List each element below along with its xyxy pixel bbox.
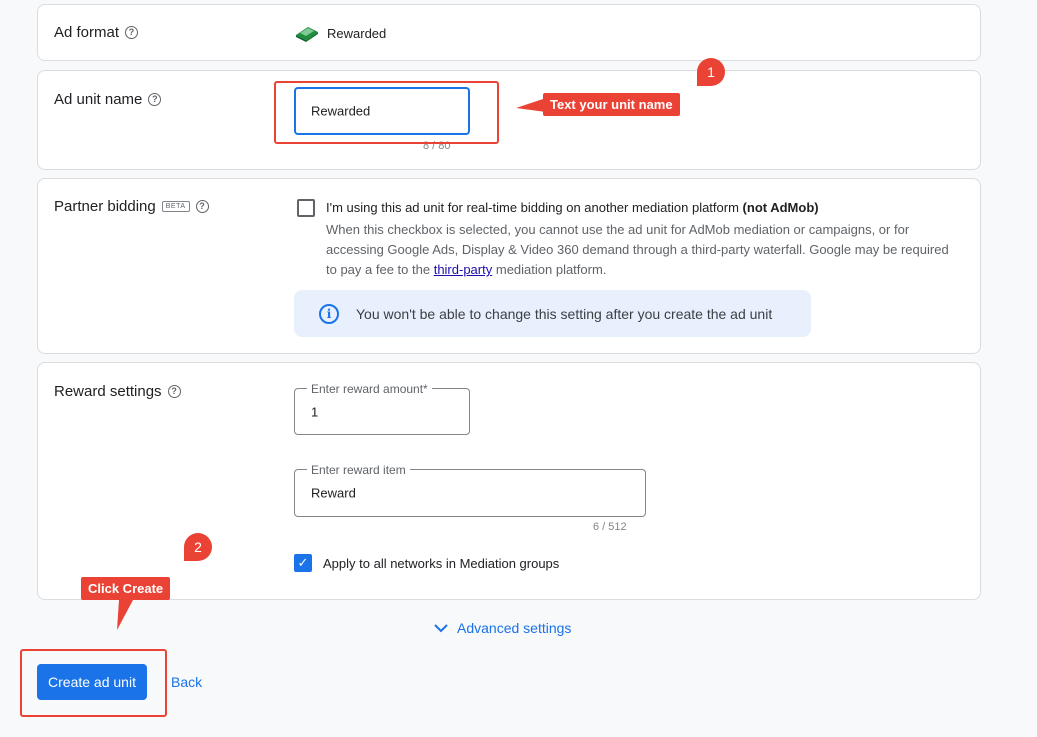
description-text-1: When this checkbox is selected, you cann… xyxy=(326,222,949,277)
annotation-pointer-2 xyxy=(117,600,133,630)
info-text: You won't be able to change this setting… xyxy=(356,305,773,322)
apply-all-networks-label[interactable]: Apply to all networks in Mediation group… xyxy=(323,556,559,571)
reward-item-counter: 6 / 512 xyxy=(593,521,627,533)
ad-format-label-group: Ad format ? xyxy=(54,24,139,41)
info-icon: i xyxy=(319,303,339,324)
rewarded-format-icon xyxy=(296,27,318,42)
help-icon[interactable]: ? xyxy=(167,385,181,398)
reward-item-input[interactable]: Enter reward item Reward xyxy=(294,463,646,517)
checkbox-label-text: I'm using this ad unit for real-time bid… xyxy=(326,200,739,215)
help-icon[interactable]: ? xyxy=(125,26,139,39)
partner-bidding-checkbox-label[interactable]: I'm using this ad unit for real-time bid… xyxy=(326,200,819,215)
ad-unit-name-label: Ad unit name xyxy=(54,91,143,108)
annotation-badge-2: 2 xyxy=(184,533,212,561)
ad-unit-name-card: Ad unit name ? Rewarded 8 / 80 xyxy=(37,70,981,170)
reward-item-value: Reward xyxy=(311,485,356,501)
annotation-highlight-create-button xyxy=(20,649,167,717)
ad-format-value-group: Rewarded xyxy=(294,23,386,43)
reward-settings-label-group: Reward settings ? xyxy=(54,383,181,400)
advanced-settings-toggle[interactable]: Advanced settings xyxy=(433,620,571,636)
partner-bidding-checkbox[interactable] xyxy=(297,199,315,217)
partner-bidding-description: When this checkbox is selected, you cann… xyxy=(326,220,956,280)
annotation-badge-1: 1 xyxy=(697,58,725,86)
chevron-down-icon xyxy=(434,624,448,633)
advanced-settings-label: Advanced settings xyxy=(457,620,572,636)
reward-amount-floating-label: Enter reward amount* xyxy=(307,382,432,396)
ad-format-card: Ad format ? Rewarded xyxy=(37,4,981,61)
ad-unit-name-label-group: Ad unit name ? xyxy=(54,91,162,108)
reward-amount-value: 1 xyxy=(311,404,319,419)
partner-bidding-label-group: Partner bidding BETA ? xyxy=(54,198,209,215)
beta-badge: BETA xyxy=(161,201,190,212)
ad-format-label: Ad format xyxy=(54,24,120,41)
reward-amount-input[interactable]: Enter reward amount* 1 xyxy=(294,382,470,435)
description-text-2: mediation platform. xyxy=(495,262,607,277)
reward-settings-label: Reward settings xyxy=(54,383,162,400)
reward-item-floating-label: Enter reward item xyxy=(307,463,410,477)
annotation-tag-1: Text your unit name xyxy=(543,93,680,116)
ad-format-value: Rewarded xyxy=(327,25,387,41)
reward-settings-card: Reward settings ? Enter reward amount* 1… xyxy=(37,362,981,600)
third-party-link[interactable]: third-party xyxy=(434,262,493,277)
annotation-tag-2: Click Create xyxy=(81,577,171,600)
apply-all-networks-checkbox[interactable]: ✓ xyxy=(294,554,312,572)
checkbox-label-bold: (not AdMob) xyxy=(742,200,819,215)
partner-bidding-label: Partner bidding xyxy=(54,198,156,215)
back-link[interactable]: Back xyxy=(171,674,202,690)
info-banner: i You won't be able to change this setti… xyxy=(294,290,811,337)
annotation-pointer-1 xyxy=(516,98,546,112)
help-icon[interactable]: ? xyxy=(195,200,209,213)
help-icon[interactable]: ? xyxy=(148,93,162,106)
annotation-highlight-name-field xyxy=(274,81,499,144)
partner-bidding-card: Partner bidding BETA ? I'm using this ad… xyxy=(37,178,981,354)
